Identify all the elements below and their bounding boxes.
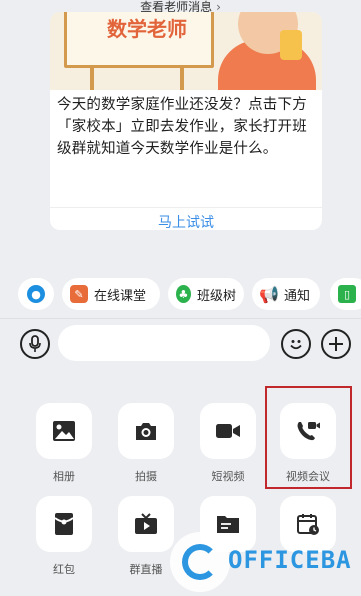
video-call-icon: [297, 422, 320, 441]
board-text: 数学老师: [107, 17, 187, 41]
tree-icon: ♣: [176, 285, 191, 303]
message-input[interactable]: [58, 325, 270, 361]
watermark-text: OFFICEBA: [228, 546, 352, 574]
tool-group-live[interactable]: 群直播: [116, 496, 176, 577]
tool-label: 拍摄: [135, 470, 157, 483]
chip-online-classroom[interactable]: ✎ 在线课堂: [62, 278, 160, 310]
plus-icon: [329, 337, 343, 351]
chip-homework[interactable]: ▯: [330, 278, 361, 310]
app-icon: ●: [27, 285, 45, 303]
board-leg: [180, 68, 184, 90]
teacher-book: [280, 30, 302, 60]
card-illustration: 数学老师: [50, 12, 322, 90]
tool-video-meeting[interactable]: 视频会议: [278, 403, 338, 484]
camera-icon: [136, 423, 156, 440]
image-icon: [53, 421, 75, 441]
input-bar: [0, 318, 361, 368]
chat-screen: 查看老师消息 › 数学老师 今天的数学家庭作业还没发？点击下方「家校本」立即去发作…: [0, 0, 361, 596]
watermark: OFFICEBA: [170, 532, 361, 592]
tool-red-packet[interactable]: 红包: [34, 496, 94, 577]
tool-short-video[interactable]: 短视频: [198, 403, 258, 484]
classroom-icon: ✎: [70, 285, 88, 303]
tool-tile[interactable]: [118, 496, 174, 552]
folder-icon: [217, 516, 239, 533]
tool-album[interactable]: 相册: [34, 403, 94, 484]
video-icon: [216, 424, 240, 438]
voice-button[interactable]: [20, 329, 50, 359]
message-card: 数学老师 今天的数学家庭作业还没发？点击下方「家校本」立即去发作业，家长打开班级…: [50, 12, 322, 230]
card-message-text: 今天的数学家庭作业还没发？点击下方「家校本」立即去发作业，家长打开班级群就知道今…: [57, 97, 307, 157]
tool-tile[interactable]: [118, 403, 174, 459]
watermark-logo-ring: [182, 544, 218, 580]
quick-action-chips: ● ✎ 在线课堂 ♣ 班级树 📢 通知 ▯: [0, 276, 361, 312]
tool-tile[interactable]: [36, 496, 92, 552]
microphone-icon: [29, 335, 41, 352]
tool-tile[interactable]: [280, 403, 336, 459]
emoji-button[interactable]: [281, 329, 311, 359]
tool-label: 红包: [53, 563, 75, 576]
homework-icon: ▯: [338, 285, 356, 303]
chip-label: 在线课堂: [94, 288, 147, 304]
red-packet-icon: [54, 513, 74, 535]
try-now-button[interactable]: 马上试试: [50, 212, 322, 230]
board-leg: [90, 68, 94, 90]
chip-app[interactable]: ●: [18, 278, 54, 310]
tool-tile[interactable]: [200, 403, 256, 459]
megaphone-icon: 📢: [259, 284, 279, 304]
tool-camera[interactable]: 拍摄: [116, 403, 176, 484]
chip-label: 通知: [284, 288, 311, 304]
smiley-icon: [290, 340, 302, 350]
tool-label: 相册: [53, 470, 75, 483]
more-button[interactable]: [321, 329, 351, 359]
tool-tile[interactable]: [36, 403, 92, 459]
tool-label: 群直播: [129, 563, 163, 576]
card-divider: [50, 207, 322, 208]
blackboard-illustration: 数学老师: [64, 12, 214, 68]
live-tv-icon: [135, 513, 157, 534]
chip-label: 班级树: [196, 288, 236, 304]
chip-notice[interactable]: 📢 通知: [252, 278, 320, 310]
tool-label: 视频会议: [286, 470, 330, 483]
tool-label: 短视频: [211, 470, 245, 483]
watermark-logo: [170, 532, 230, 592]
chip-class-tree[interactable]: ♣ 班级树: [168, 278, 244, 310]
